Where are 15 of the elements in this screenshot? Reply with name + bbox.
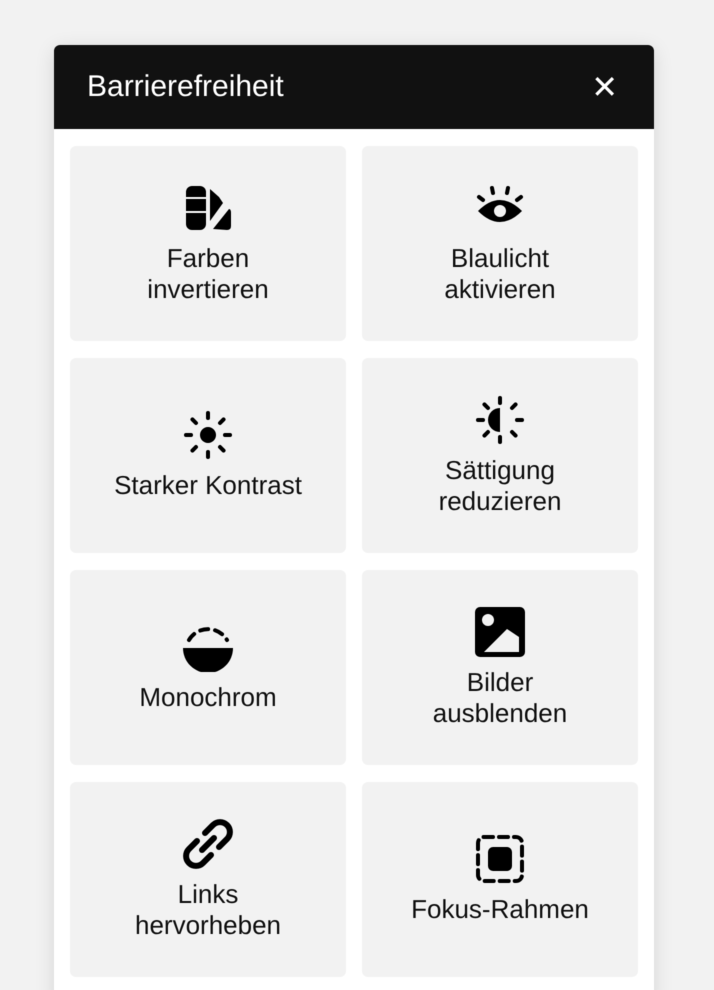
- option-card[interactable]: Farben invertieren: [70, 146, 346, 341]
- half-sun-icon: [475, 394, 525, 444]
- option-card[interactable]: Starker Kontrast: [70, 358, 346, 553]
- option-card[interactable]: Monochrom: [70, 570, 346, 765]
- image-icon: [475, 606, 525, 656]
- option-card[interactable]: Bilder ausblenden: [362, 570, 638, 765]
- option-card[interactable]: Sättigung reduzieren: [362, 358, 638, 553]
- option-card[interactable]: Blaulicht aktivieren: [362, 146, 638, 341]
- sun-icon: [183, 410, 233, 460]
- panel-title: Barrierefreiheit: [87, 70, 284, 104]
- option-card[interactable]: Fokus-Rahmen: [362, 782, 638, 977]
- option-card[interactable]: Links hervorheben: [70, 782, 346, 977]
- link-icon: [183, 818, 233, 868]
- focus-icon: [475, 834, 525, 884]
- close-button[interactable]: ✕: [591, 68, 618, 106]
